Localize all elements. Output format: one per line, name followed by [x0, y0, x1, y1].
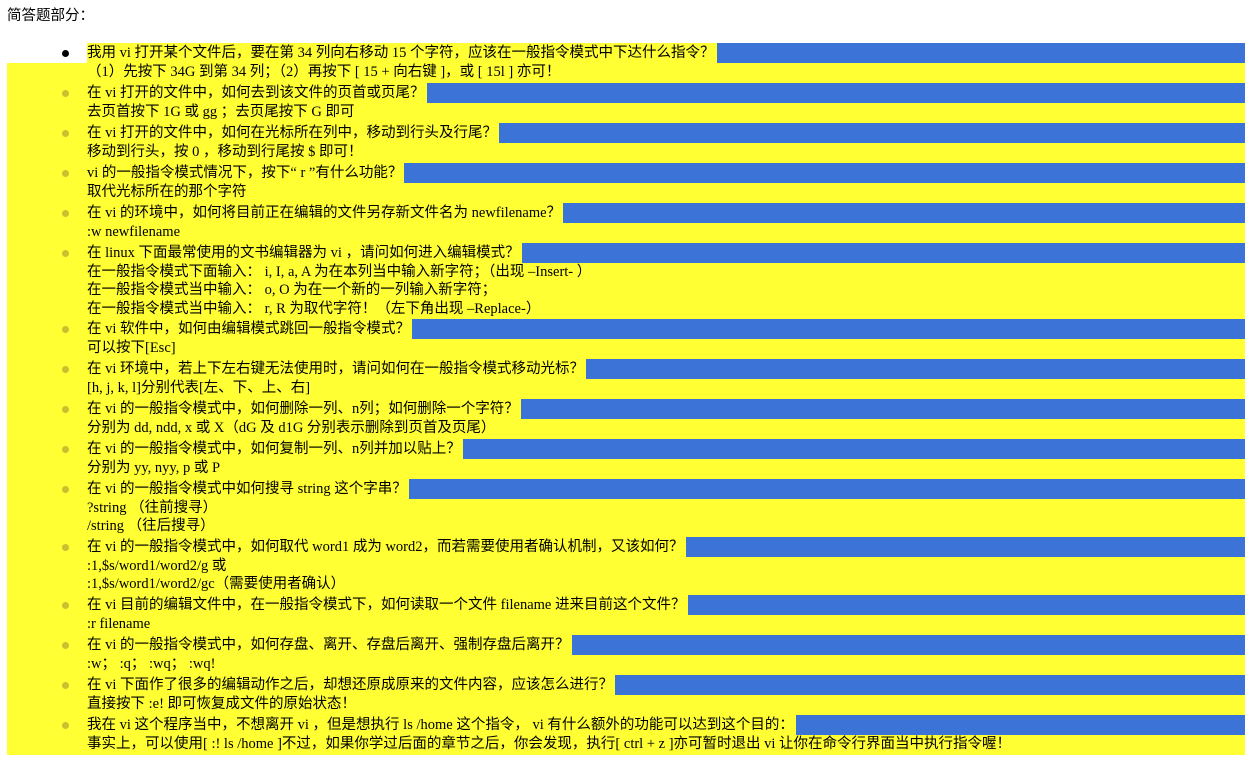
- answer-block: :r filename: [87, 615, 150, 633]
- question-text: 在 vi 的一般指令模式中，如何取代 word1 成为 word2，而若需要使用…: [87, 537, 686, 557]
- answer-line: [h, j, k, l]分别代表[左、下、上、右]: [87, 380, 311, 396]
- bullet-icon: [62, 210, 69, 217]
- bullet-icon: [62, 682, 69, 689]
- question-text: 在 vi 目前的编辑文件中，在一般指令模式下，如何读取一个文件 filename…: [87, 595, 688, 615]
- bullet-icon: [62, 446, 69, 453]
- answer-block: :w newfilename: [87, 223, 180, 241]
- question-text: vi 的一般指令模式情况下，按下“ r ”有什么功能？: [87, 163, 405, 183]
- bullet-icon: [62, 544, 69, 551]
- answer-line: 在一般指令模式下面输入： i, I, a, A 为在本列当中输入新字符；（出现 …: [87, 264, 592, 280]
- answer-line: 直接按下 :e! 即可恢复成文件的原始状态！: [87, 696, 357, 712]
- answer-line: :r filename: [87, 616, 151, 632]
- answer-block: [h, j, k, l]分别代表[左、下、上、右]: [87, 379, 310, 397]
- answer-line: 可以按下[Esc]: [87, 340, 176, 356]
- answer-block: 在一般指令模式下面输入： i, I, a, A 为在本列当中输入新字符；（出现 …: [87, 263, 591, 318]
- question-text: 在 vi 下面作了很多的编辑动作之后，却想还原成原来的文件内容，应该怎么进行？: [87, 675, 616, 695]
- answer-line: /string （往后搜寻）: [87, 518, 215, 535]
- answer-line: :1,$s/word1/word2/gc（需要使用者确认）: [87, 576, 346, 593]
- section-heading: 简答题部分：: [7, 8, 94, 24]
- answer-block: 可以按下[Esc]: [87, 339, 176, 357]
- bullet-icon: [62, 90, 69, 97]
- answer-line: 分别为 yy, nyy, p 或 P: [87, 460, 221, 476]
- bullet-icon: [62, 722, 69, 729]
- bullet-icon: [62, 250, 69, 257]
- bullet-icon: [62, 366, 69, 373]
- question-text: 在 vi 的一般指令模式中，如何复制一列、n列并加以贴上？: [87, 439, 463, 459]
- question-text: 在 vi 环境中，若上下左右键无法使用时，请问如何在一般指令模式移动光标？: [87, 359, 587, 379]
- bullet-icon: [62, 602, 69, 609]
- question-text: 在 vi 的一般指令模式中，如何删除一列、n列；如何删除一个字符？: [87, 399, 521, 419]
- answer-line: （1）先按下 34G 到第 34 列；（2）再按下 [ 15 + 向右键 ]，或…: [87, 64, 561, 80]
- answer-block: :1,$s/word1/word2/g 或 :1,$s/word1/word2/g…: [87, 557, 345, 594]
- bullet-icon: [62, 170, 69, 177]
- bullet-icon: [62, 642, 69, 649]
- question-text: 在 vi 打开的文件中，如何去到该文件的页首或页尾？: [87, 83, 427, 103]
- answer-block: :w； :q； :wq； :wq!: [87, 655, 215, 673]
- question-text: 在 linux 下面最常使用的文书编辑器为 vi ，请问如何进入编辑模式？: [87, 243, 522, 263]
- answer-line: 去页首按下 1G 或 gg ；去页尾按下 G 即可: [87, 104, 355, 120]
- bullet-icon: [62, 486, 69, 493]
- answer-block: 分别为 dd, ndd, x 或 X（dG 及 d1G 分别表示删除到页首及页尾…: [87, 419, 495, 437]
- question-text: 在 vi 的一般指令模式中如何搜寻 string 这个字串？: [87, 479, 409, 499]
- answer-block: 取代光标所在的那个字符: [87, 183, 247, 201]
- bullet-icon: [62, 406, 69, 413]
- question-text: 在 vi 打开的文件中，如何在光标所在列中，移动到行头及行尾？: [87, 123, 500, 143]
- answer-line: 取代光标所在的那个字符: [87, 184, 247, 200]
- answer-block: （1）先按下 34G 到第 34 列；（2）再按下 [ 15 + 向右键 ]，或…: [87, 63, 560, 81]
- question-text: 我在 vi 这个程序当中，不想离开 vi ，但是想执行 ls /home 这个指…: [87, 715, 796, 735]
- answer-block: 去页首按下 1G 或 gg ；去页尾按下 G 即可: [87, 103, 354, 121]
- bullet-icon: [62, 326, 69, 333]
- answer-line: 在一般指令模式当中输入： o, O 为在一个新的一列输入新字符；: [87, 282, 497, 299]
- answer-block: 移动到行头，按 0 ，移动到行尾按 $ 即可！: [87, 143, 363, 161]
- answer-line: 分别为 dd, ndd, x 或 X（dG 及 d1G 分别表示删除到页首及页尾…: [87, 420, 496, 436]
- answer-line: 事实上，可以使用[ :! ls /home ]不过，如果你学过后面的章节之后，你…: [87, 736, 1012, 752]
- answer-line: :w newfilename: [87, 224, 181, 240]
- answer-line: :w； :q； :wq； :wq!: [87, 656, 216, 672]
- answer-block: 直接按下 :e! 即可恢复成文件的原始状态！: [87, 695, 356, 713]
- answer-block: 分别为 yy, nyy, p 或 P: [87, 459, 220, 477]
- bullet-icon: [62, 130, 69, 137]
- question-text: 在 vi 的环境中，如何将目前正在编辑的文件另存新文件名为 newfilenam…: [87, 203, 564, 223]
- answer-line: 移动到行头，按 0 ，移动到行尾按 $ 即可！: [87, 144, 363, 160]
- answer-line: :1,$s/word1/word2/g 或: [87, 558, 227, 574]
- question-text: 在 vi 软件中，如何由编辑模式跳回一般指令模式？: [87, 319, 413, 339]
- question-text: 在 vi 的一般指令模式中，如何存盘、离开、存盘后离开、强制存盘后离开？: [87, 635, 572, 655]
- answer-line: ?string （往前搜寻）: [87, 500, 218, 516]
- bullet-icon: [62, 50, 69, 57]
- answer-block: ?string （往前搜寻） /string （往后搜寻）: [87, 499, 217, 536]
- answer-line: 在一般指令模式当中输入： r, R 为取代字符！（左下角出现 –Replace-…: [87, 300, 541, 317]
- question-text: 我用 vi 打开某个文件后，要在第 34 列向右移动 15 个字符，应该在一般指…: [87, 43, 717, 63]
- answer-block: 事实上，可以使用[ :! ls /home ]不过，如果你学过后面的章节之后，你…: [87, 735, 1011, 753]
